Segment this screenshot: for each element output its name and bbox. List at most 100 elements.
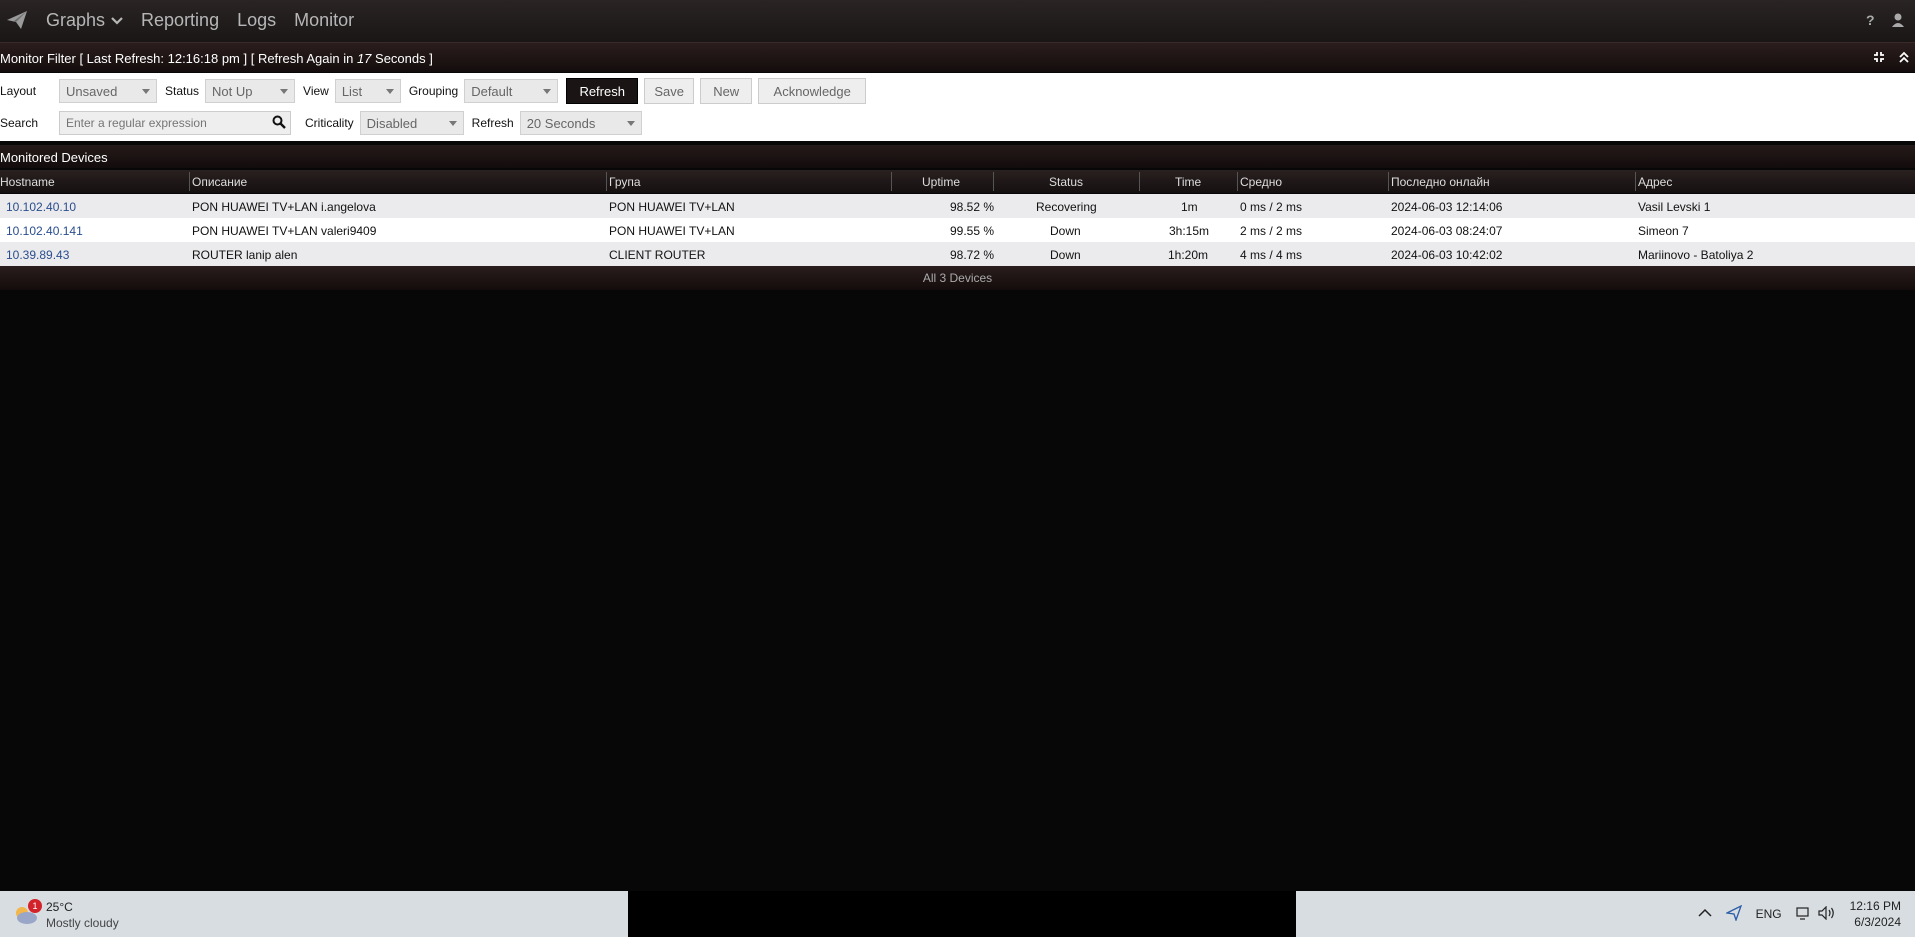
compress-icon[interactable] <box>1873 51 1885 66</box>
caret-down-icon <box>543 88 552 94</box>
table-header: Hostname Описание Група Uptime Status Ti… <box>0 170 1915 193</box>
cell-hostname[interactable]: 10.102.40.141 <box>6 224 83 238</box>
new-button[interactable]: New <box>700 78 753 104</box>
col-avg[interactable]: Средно <box>1240 175 1282 193</box>
save-button[interactable]: Save <box>644 78 695 104</box>
table-row[interactable]: 10.102.40.141 PON HUAWEI TV+LAN valeri94… <box>0 218 1915 242</box>
nav-graphs[interactable]: Graphs <box>46 10 123 31</box>
monitored-devices-header: Monitored Devices <box>0 145 1915 168</box>
cell-group: CLIENT ROUTER <box>609 248 706 262</box>
criticality-select[interactable]: Disabled <box>359 111 464 135</box>
cell-time: 1m <box>1181 200 1198 214</box>
search-icon[interactable] <box>272 115 286 132</box>
cell-description: PON HUAWEI TV+LAN i.angelova <box>192 200 376 214</box>
nav-monitor-label: Monitor <box>294 10 355 30</box>
table-row[interactable]: 10.102.40.10 PON HUAWEI TV+LAN i.angelov… <box>0 194 1915 218</box>
volume-icon[interactable] <box>1818 905 1836 923</box>
refresh-interval-select[interactable]: 20 Seconds <box>519 111 642 135</box>
nav-logs-label: Logs <box>237 10 277 30</box>
col-uptime[interactable]: Uptime <box>922 175 960 193</box>
clock-date: 6/3/2024 <box>1854 915 1901 929</box>
refresh-prefix: Monitor Filter [ Last Refresh: 12:16:18 … <box>0 51 357 66</box>
col-group[interactable]: Група <box>609 175 641 193</box>
col-time[interactable]: Time <box>1175 175 1201 193</box>
cell-hostname[interactable]: 10.39.89.43 <box>6 248 69 262</box>
caret-down-icon <box>385 88 394 94</box>
cell-last-online: 2024-06-03 10:42:02 <box>1391 248 1503 262</box>
layout-value: Unsaved <box>66 83 118 99</box>
col-last-online[interactable]: Последно онлайн <box>1391 175 1490 193</box>
taskbar-right: ENG 12:16 PM 6/3/2024 <box>1296 891 1915 937</box>
column-divider <box>1635 172 1636 191</box>
cell-time: 1h:20m <box>1168 248 1209 262</box>
cloud-sun-icon: 1 <box>12 898 42 930</box>
cell-avg: 2 ms / 2 ms <box>1240 224 1303 238</box>
cell-address: Simeon 7 <box>1638 224 1689 238</box>
status-value: Not Up <box>212 83 253 99</box>
filter-panel: Layout Unsaved Status Not Up View List G… <box>0 73 1915 141</box>
cell-last-online: 2024-06-03 12:14:06 <box>1391 200 1503 214</box>
refresh-status-text: Monitor Filter [ Last Refresh: 12:16:18 … <box>0 51 433 66</box>
top-navbar: Graphs Reporting Logs Monitor ? <box>0 0 1915 43</box>
location-arrow-icon[interactable] <box>1724 904 1742 924</box>
filter-row-1: Layout Unsaved Status Not Up View List G… <box>0 78 872 104</box>
search-input[interactable] <box>60 112 282 134</box>
table-row[interactable]: 10.39.89.43 ROUTER lanip alen CLIENT ROU… <box>0 242 1915 266</box>
clock-time: 12:16 PM <box>1849 899 1901 913</box>
nav-reporting-label: Reporting <box>141 10 220 30</box>
filter-row-2: Search Criticality Disabled Refresh 20 S… <box>0 110 650 136</box>
nav-reporting[interactable]: Reporting <box>141 10 219 31</box>
weather-badge: 1 <box>28 898 42 913</box>
grouping-value: Default <box>471 83 513 99</box>
refresh-button[interactable]: Refresh <box>566 78 639 104</box>
question-icon[interactable]: ? <box>1865 12 1877 31</box>
caret-down-icon <box>142 88 150 94</box>
column-divider <box>1139 172 1140 191</box>
column-divider <box>606 172 607 191</box>
acknowledge-button[interactable]: Acknowledge <box>758 78 867 104</box>
col-hostname[interactable]: Hostname <box>0 175 55 193</box>
column-divider <box>189 172 190 191</box>
cell-time: 3h:15m <box>1169 224 1210 238</box>
view-label: View <box>303 84 329 98</box>
cell-hostname[interactable]: 10.102.40.10 <box>6 200 76 214</box>
weather-widget[interactable]: 1 25°C Mostly cloudy <box>12 898 119 931</box>
nav-logs[interactable]: Logs <box>237 10 276 31</box>
caret-down-icon <box>280 88 289 94</box>
language-indicator[interactable]: ENG <box>1756 907 1782 921</box>
system-tray: ENG 12:16 PM 6/3/2024 <box>1698 891 1915 937</box>
taskbar-left: 1 25°C Mostly cloudy <box>0 891 628 937</box>
criticality-label: Criticality <box>305 116 354 130</box>
column-divider <box>993 172 994 191</box>
cell-group: PON HUAWEI TV+LAN <box>609 224 735 238</box>
search-label: Search <box>0 116 39 130</box>
caret-down-icon <box>448 120 457 126</box>
column-divider <box>891 172 892 191</box>
col-address[interactable]: Адрес <box>1638 175 1672 193</box>
paper-plane-logo-icon[interactable] <box>6 10 28 33</box>
status-select[interactable]: Not Up <box>205 79 296 103</box>
svg-text:?: ? <box>1866 12 1875 28</box>
cell-description: ROUTER lanip alen <box>192 248 298 262</box>
column-divider <box>1237 172 1238 191</box>
collapse-up-icon[interactable] <box>1899 51 1909 66</box>
col-description[interactable]: Описание <box>192 175 247 193</box>
weather-desc: Mostly cloudy <box>46 916 119 930</box>
user-icon[interactable] <box>1891 12 1905 31</box>
system-clock[interactable]: 12:16 PM 6/3/2024 <box>1850 898 1901 930</box>
section-title: Monitored Devices <box>0 150 108 165</box>
view-select[interactable]: List <box>334 79 401 103</box>
chevron-down-icon <box>111 16 123 25</box>
nav-monitor[interactable]: Monitor <box>294 10 354 31</box>
view-value: List <box>341 83 363 99</box>
refresh-interval-value: 20 Seconds <box>526 115 596 131</box>
network-icon[interactable] <box>1796 906 1812 923</box>
layout-select[interactable]: Unsaved <box>59 79 157 103</box>
chevron-up-icon[interactable] <box>1698 907 1712 921</box>
device-count-footer: All 3 Devices <box>0 266 1915 290</box>
grouping-select[interactable]: Default <box>464 79 559 103</box>
caret-down-icon <box>626 120 635 126</box>
cell-uptime: 98.52 % <box>950 200 995 214</box>
col-status[interactable]: Status <box>1049 175 1083 193</box>
layout-label: Layout <box>0 84 37 98</box>
